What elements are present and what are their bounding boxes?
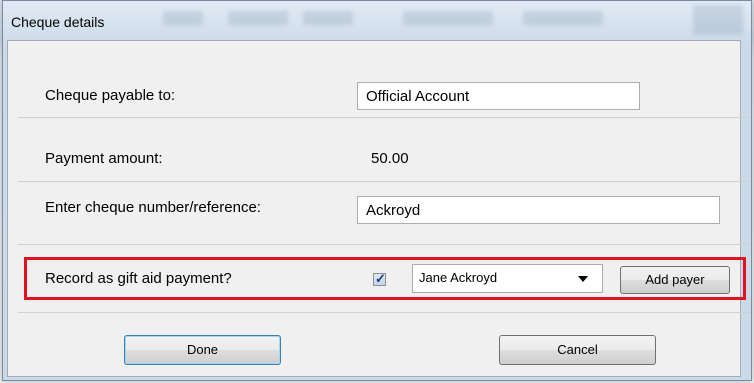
payment-amount-value: 50.00 (371, 150, 409, 167)
dialog-title: Cheque details (11, 14, 105, 30)
background-blur (228, 11, 288, 25)
background-blur (693, 5, 743, 35)
background-blur (523, 11, 603, 25)
payer-selected-value: Jane Ackroyd (419, 270, 498, 285)
divider (18, 244, 750, 245)
add-payer-button[interactable]: Add payer (620, 266, 730, 294)
background-blur (163, 11, 203, 25)
cheque-reference-label: Enter cheque number/reference: (45, 199, 261, 216)
payable-to-label: Cheque payable to: (45, 87, 176, 104)
payable-to-field[interactable] (357, 82, 640, 110)
divider (18, 181, 750, 182)
background-blur (403, 11, 493, 25)
background-blur (303, 11, 353, 25)
payment-amount-label: Payment amount: (45, 150, 163, 167)
checkmark-icon: ✓ (375, 271, 386, 286)
done-button[interactable]: Done (124, 335, 281, 365)
gift-aid-checkbox[interactable]: ✓ (373, 271, 386, 286)
title-bar[interactable]: Cheque details (3, 1, 751, 41)
chevron-down-icon (578, 276, 588, 282)
divider (18, 117, 750, 118)
cheque-reference-field[interactable] (357, 196, 720, 224)
payer-dropdown[interactable]: Jane Ackroyd (412, 264, 603, 293)
gift-aid-label: Record as gift aid payment? (45, 270, 232, 287)
divider (18, 312, 750, 313)
cancel-button[interactable]: Cancel (499, 335, 656, 365)
